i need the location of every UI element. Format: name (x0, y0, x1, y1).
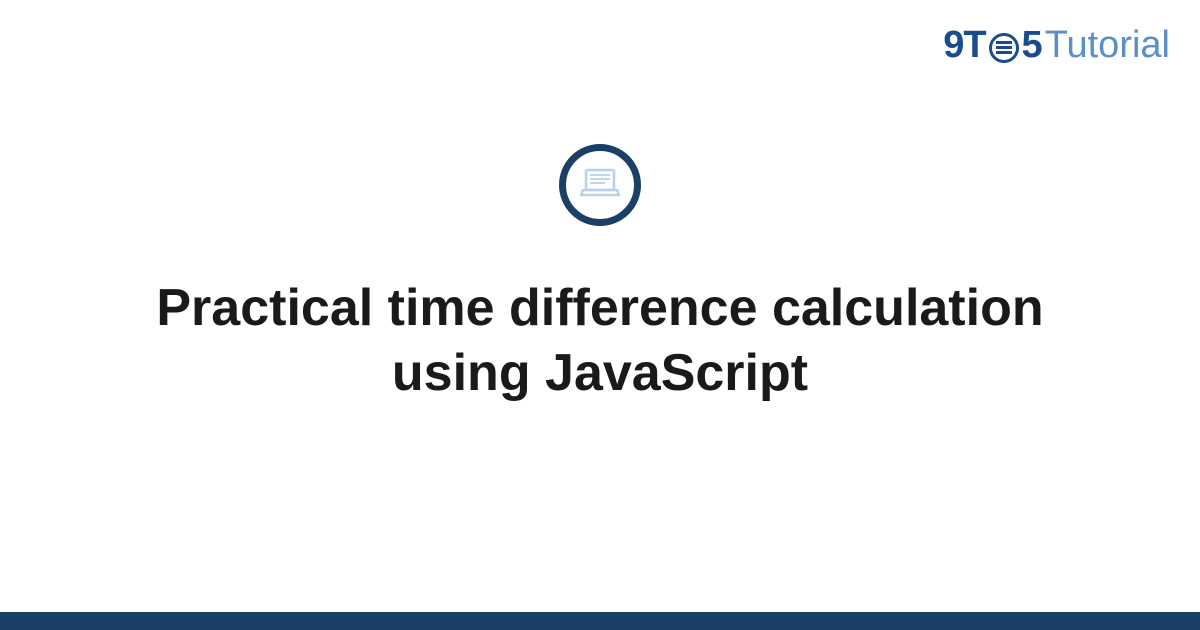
footer-bar (0, 612, 1200, 630)
laptop-icon-svg (577, 162, 623, 208)
laptop-icon (559, 144, 641, 226)
main-content: Practical time difference calculation us… (0, 0, 1200, 630)
page-title: Practical time difference calculation us… (150, 276, 1050, 406)
